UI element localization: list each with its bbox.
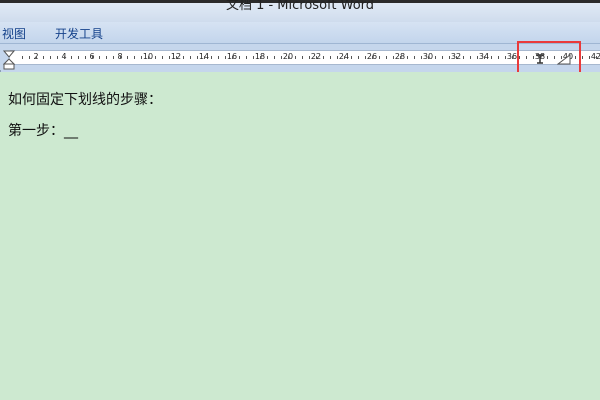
ruler-tick	[372, 56, 373, 59]
ruler-tick	[99, 56, 100, 59]
ruler-tick	[302, 56, 303, 59]
ruler-tick	[274, 56, 275, 59]
ruler-tick	[64, 56, 65, 59]
ruler-tick	[330, 56, 331, 59]
document-page[interactable]: 如何固定下划线的步骤： 第一步：__	[0, 72, 600, 400]
ruler-tick	[449, 56, 450, 59]
ruler-tick	[281, 56, 282, 59]
ruler-tick	[442, 56, 443, 59]
ruler-tick	[365, 56, 366, 59]
ruler-tick	[358, 56, 359, 59]
ribbon-tab-bar: 视图 开发工具	[0, 22, 600, 44]
ruler-tick	[386, 56, 387, 59]
ruler-tick	[589, 56, 590, 59]
ruler-tick	[29, 56, 30, 59]
ruler-tick	[204, 56, 205, 59]
ruler-tick	[36, 56, 37, 59]
ruler-tick	[120, 56, 121, 59]
ruler-tick	[71, 56, 72, 59]
ruler-tick	[400, 56, 401, 59]
ruler-tick	[113, 56, 114, 59]
ruler-tick	[253, 56, 254, 59]
ruler-tick	[309, 56, 310, 59]
ruler-tick	[106, 56, 107, 59]
ruler-tick	[484, 56, 485, 59]
ruler-tick	[477, 56, 478, 59]
ruler-tick	[267, 56, 268, 59]
ruler-tick	[316, 56, 317, 59]
ruler-tick	[582, 56, 583, 59]
ruler-tick	[239, 56, 240, 59]
ruler-tick	[57, 56, 58, 59]
ruler-tick	[414, 56, 415, 59]
ruler-tick	[232, 56, 233, 59]
ruler-tick	[456, 56, 457, 59]
ruler-tick	[197, 56, 198, 59]
ruler-tick	[512, 56, 513, 59]
ruler-tick	[176, 56, 177, 59]
ruler-tick	[43, 56, 44, 59]
ruler-tick	[169, 56, 170, 59]
ruler-tick	[323, 56, 324, 59]
ruler-tick	[218, 56, 219, 59]
ruler-tick	[134, 56, 135, 59]
ruler-tick	[435, 56, 436, 59]
ruler-tick	[162, 56, 163, 59]
ruler-tick	[393, 56, 394, 59]
ruler-tick	[379, 56, 380, 59]
ruler-tick	[225, 56, 226, 59]
ruler-tick	[50, 56, 51, 59]
ruler-tick	[211, 56, 212, 59]
ruler-tick	[127, 56, 128, 59]
ruler-tick	[337, 56, 338, 59]
ruler-tick	[505, 56, 506, 59]
document-line-1: 如何固定下划线的步骤：	[8, 92, 162, 108]
ruler-tick	[260, 56, 261, 59]
ruler-tick	[428, 56, 429, 59]
window-title: 文档 1 - Microsoft Word	[225, 0, 375, 13]
ruler-tick	[295, 56, 296, 59]
ruler-tick	[498, 56, 499, 59]
document-line-2: 第一步：__	[8, 123, 78, 139]
ruler-tick	[190, 56, 191, 59]
horizontal-ruler-bar: 24681012141618202224262830323436384042	[0, 44, 600, 72]
ruler-tick	[470, 56, 471, 59]
ruler-tick	[22, 56, 23, 59]
ruler-tick	[148, 56, 149, 59]
ruler-tick	[344, 56, 345, 59]
ruler-tick	[351, 56, 352, 59]
tab-view[interactable]: 视图	[2, 25, 26, 42]
ruler-tick	[141, 56, 142, 59]
ruler-tick	[85, 56, 86, 59]
ruler-tick	[155, 56, 156, 59]
ruler-tick	[407, 56, 408, 59]
ruler-tick	[421, 56, 422, 59]
ruler-tick	[183, 56, 184, 59]
ruler-tick	[491, 56, 492, 59]
ruler-tick	[92, 56, 93, 59]
ruler-tick	[246, 56, 247, 59]
ruler-tick	[78, 56, 79, 59]
left-indent-marker-icon[interactable]	[3, 50, 15, 70]
ruler-tick	[463, 56, 464, 59]
tab-developer[interactable]: 开发工具	[55, 25, 103, 42]
horizontal-ruler[interactable]: 24681012141618202224262830323436384042	[10, 50, 600, 65]
ruler-tick	[596, 56, 597, 59]
ruler-tick	[288, 56, 289, 59]
title-bar: 文档 1 - Microsoft Word	[0, 0, 600, 22]
